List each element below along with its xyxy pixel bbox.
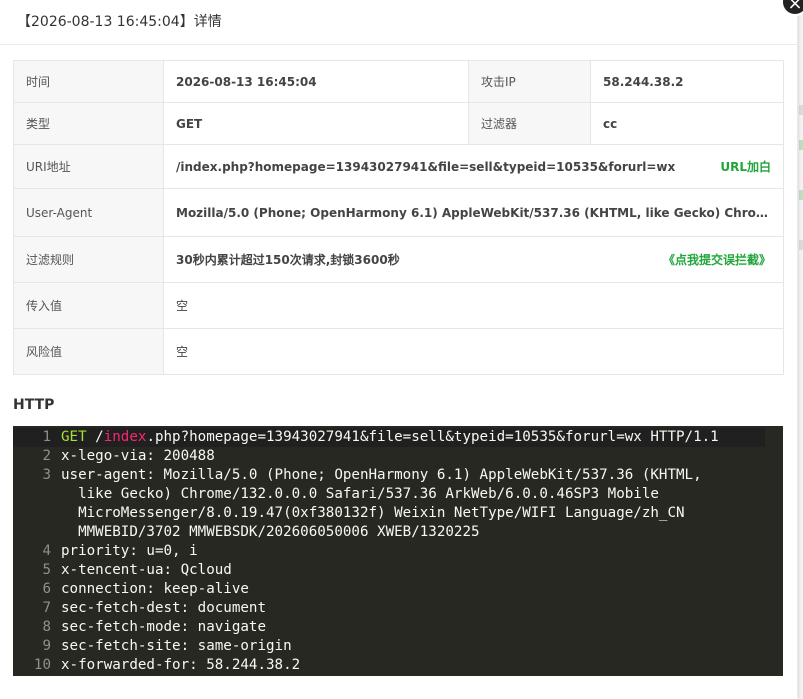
backdrop-fragment: [799, 140, 803, 150]
http-code-viewer[interactable]: 1 GET /index.php?homepage=13943027941&fi…: [13, 426, 783, 676]
line-number: 5: [42, 562, 51, 578]
http-section-title: HTTP: [13, 397, 55, 413]
header-line: sec-fetch-dest: document: [61, 600, 266, 616]
request-slash: /: [95, 429, 104, 445]
user-agent-label: User-Agent: [13, 188, 164, 237]
code-line: like Gecko) Chrome/132.0.0.0 Safari/537.…: [13, 485, 783, 504]
header-line: x-tencent-ua: Qcloud: [61, 562, 232, 578]
risk-value: 空: [163, 328, 784, 375]
url-whitelist-link[interactable]: URL加白: [720, 158, 771, 175]
dialog-title: 【2026-08-13 16:45:04】详情: [0, 0, 797, 45]
code-line: 4 priority: u=0, i: [13, 542, 783, 561]
line-number: 3: [42, 467, 51, 483]
code-line: 10 x-forwarded-for: 58.244.38.2: [13, 656, 783, 675]
uri-label: URI地址: [13, 144, 164, 189]
code-line: 8 sec-fetch-mode: navigate: [13, 618, 783, 637]
line-number: 1: [42, 429, 51, 445]
code-line: 7 sec-fetch-dest: document: [13, 599, 783, 618]
line-number: 6: [42, 581, 51, 597]
time-label: 时间: [13, 60, 164, 103]
line-number: 7: [42, 600, 51, 616]
header-line: user-agent: Mozilla/5.0 (Phone; OpenHarm…: [61, 467, 702, 483]
user-agent-value: Mozilla/5.0 (Phone; OpenHarmony 6.1) App…: [163, 188, 784, 237]
line-number: 2: [42, 448, 51, 464]
filter-rule-value: 30秒内累计超过150次请求,封锁3600秒: [176, 253, 400, 267]
code-line: 5 x-tencent-ua: Qcloud: [13, 561, 783, 580]
header-line: MMWEBID/3702 MMWEBSDK/202606050006 XWEB/…: [61, 524, 480, 540]
time-value: 2026-08-13 16:45:04: [163, 60, 469, 103]
uri-value: /index.php?homepage=13943027941&file=sel…: [176, 159, 676, 174]
table-row: 风险值 空: [13, 328, 784, 375]
type-label: 类型: [13, 102, 164, 145]
backdrop-fragment: [799, 240, 803, 250]
line-number: 4: [42, 543, 51, 559]
input-value: 空: [163, 282, 784, 329]
page-backdrop: [798, 0, 803, 699]
header-line: like Gecko) Chrome/132.0.0.0 Safari/537.…: [61, 486, 659, 502]
request-path: index: [103, 429, 147, 445]
header-line: priority: u=0, i: [61, 543, 198, 559]
line-number: 8: [42, 619, 51, 635]
request-method: GET: [61, 429, 87, 445]
table-row: 传入值 空: [13, 282, 784, 329]
header-line: connection: keep-alive: [61, 581, 249, 597]
attack-ip-label: 攻击IP: [468, 60, 591, 103]
header-line: x-forwarded-for: 58.244.38.2: [61, 657, 301, 673]
report-false-positive-link[interactable]: 《点我提交误拦截》: [663, 251, 771, 268]
detail-dialog: 【2026-08-13 16:45:04】详情 时间 2026-08-13 16…: [0, 0, 797, 699]
code-line: 6 connection: keep-alive: [13, 580, 783, 599]
line-number: [13, 523, 61, 542]
type-value: GET: [163, 102, 469, 145]
code-line: 3 user-agent: Mozilla/5.0 (Phone; OpenHar…: [13, 466, 783, 485]
filter-rule-label: 过滤规则: [13, 236, 164, 283]
code-line: 1 GET /index.php?homepage=13943027941&fi…: [13, 428, 765, 447]
header-line: x-lego-via: 200488: [61, 448, 215, 464]
line-number: 9: [42, 638, 51, 654]
header-line: MicroMessenger/8.0.19.47(0xf380132f) Wei…: [61, 505, 685, 521]
header-line: sec-fetch-mode: navigate: [61, 619, 266, 635]
input-value-label: 传入值: [13, 282, 164, 329]
code-line: MMWEBID/3702 MMWEBSDK/202606050006 XWEB/…: [13, 523, 783, 542]
risk-value-label: 风险值: [13, 328, 164, 375]
request-rest: .php?homepage=13943027941&file=sell&type…: [146, 429, 719, 445]
filter-label: 过滤器: [468, 102, 591, 145]
line-number: [13, 485, 61, 504]
code-line: MicroMessenger/8.0.19.47(0xf380132f) Wei…: [13, 504, 783, 523]
header-line: sec-fetch-site: same-origin: [61, 638, 292, 654]
uri-cell: /index.php?homepage=13943027941&file=sel…: [163, 144, 784, 189]
backdrop-fragment: [799, 105, 803, 115]
table-row: 类型 GET 过滤器 cc: [13, 102, 784, 145]
code-line: 9 sec-fetch-site: same-origin: [13, 637, 783, 656]
backdrop-fragment: [799, 190, 803, 200]
detail-table: 时间 2026-08-13 16:45:04 攻击IP 58.244.38.2 …: [13, 60, 784, 375]
code-line: 2 x-lego-via: 200488: [13, 447, 783, 466]
filter-value: cc: [590, 102, 784, 145]
request-line: GET /index.php?homepage=13943027941&file…: [61, 428, 719, 447]
line-number: 10: [33, 657, 51, 673]
table-row: 时间 2026-08-13 16:45:04 攻击IP 58.244.38.2: [13, 60, 784, 103]
attack-ip-value: 58.244.38.2: [590, 60, 784, 103]
table-row: User-Agent Mozilla/5.0 (Phone; OpenHarmo…: [13, 188, 784, 237]
line-number: [13, 504, 61, 523]
table-row: URI地址 /index.php?homepage=13943027941&fi…: [13, 144, 784, 189]
table-row: 过滤规则 30秒内累计超过150次请求,封锁3600秒 《点我提交误拦截》: [13, 236, 784, 283]
filter-rule-cell: 30秒内累计超过150次请求,封锁3600秒 《点我提交误拦截》: [163, 236, 784, 283]
